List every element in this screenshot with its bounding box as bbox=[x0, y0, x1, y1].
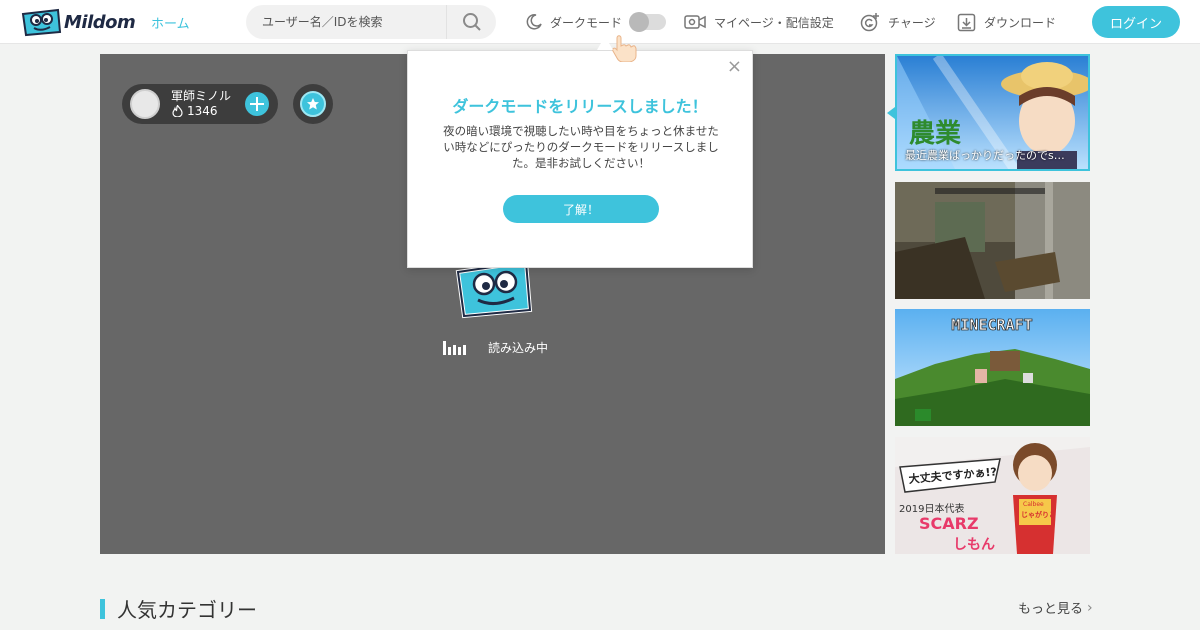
popup-title: ダークモードをリリースしました！ bbox=[452, 97, 708, 116]
stream-thumbnail[interactable]: MINECRAFT bbox=[895, 309, 1090, 426]
thumbnail-art-text: SCARZ bbox=[919, 514, 979, 533]
see-more-label: もっと見る bbox=[1018, 602, 1084, 617]
download-label: ダウンロード bbox=[984, 15, 1057, 30]
mildom-logo[interactable]: Mildom bbox=[20, 5, 136, 39]
loading-text: 読み込み中 bbox=[488, 341, 549, 355]
dark-mode-toggle[interactable] bbox=[629, 12, 667, 32]
pointing-hand-icon bbox=[612, 35, 637, 62]
toggle-knob bbox=[629, 12, 650, 32]
star-badge-icon bbox=[300, 91, 326, 117]
chevron-right-icon: › bbox=[1087, 599, 1093, 616]
follow-button[interactable] bbox=[245, 92, 269, 116]
dark-mode-control: ダークモード bbox=[526, 0, 667, 44]
streamer-info[interactable]: 軍師ミノル 1346 bbox=[122, 84, 278, 124]
thumbnail-art-text: Calbee bbox=[1023, 501, 1044, 508]
close-icon[interactable]: × bbox=[727, 57, 742, 77]
search-input[interactable] bbox=[246, 5, 446, 39]
mildom-mascot-icon bbox=[21, 8, 62, 37]
see-more-link[interactable]: もっと見る › bbox=[1018, 598, 1093, 618]
search-bar bbox=[246, 5, 496, 39]
thumbnail-image: MINECRAFT bbox=[895, 309, 1090, 426]
active-indicator-arrow bbox=[887, 107, 895, 119]
dark-mode-announcement-popup: × ダークモードをリリースしました！ 夜の暗い環境で視聴したい時や目をちょっと休… bbox=[407, 50, 753, 268]
coin-plus-icon bbox=[860, 13, 879, 32]
thumbnail-art-text: MINECRAFT bbox=[951, 316, 1032, 334]
section-title-text: 人気カテゴリー bbox=[117, 598, 257, 622]
popup-body: 夜の暗い環境で視聴したい時や目をちょっと休ませたい時などにぴったりのダークモード… bbox=[443, 124, 719, 170]
thumbnail-art-text: 農業 bbox=[909, 119, 961, 149]
download-icon bbox=[957, 13, 976, 31]
moon-icon bbox=[526, 14, 542, 30]
thumbnail-art-text: じゃがりこ bbox=[1021, 510, 1056, 519]
fans-count-value: 1346 bbox=[187, 104, 218, 118]
stream-thumbnail[interactable] bbox=[895, 182, 1090, 299]
popular-categories-heading: 人気カテゴリー bbox=[100, 594, 257, 623]
flame-icon bbox=[172, 105, 183, 117]
dark-mode-label: ダークモード bbox=[550, 15, 623, 30]
nav-home-link[interactable]: ホーム bbox=[151, 13, 190, 32]
stream-thumbnail[interactable]: 農業 最近農業ばっかりだったのでs… bbox=[895, 54, 1090, 171]
loading-indicator: 読み込み中 bbox=[443, 339, 548, 356]
thumbnail-image: 大丈夫ですかぁ!? 2019日本代表 SCARZ しもん Calbee じゃがり… bbox=[895, 437, 1090, 554]
charge-label: チャージ bbox=[888, 15, 936, 30]
streamer-name[interactable]: 軍師ミノル bbox=[171, 87, 231, 104]
mypage-label: マイページ・配信設定 bbox=[714, 15, 834, 30]
thumbnail-image bbox=[895, 182, 1090, 299]
popup-ok-button[interactable]: 了解！ bbox=[503, 195, 659, 223]
download-link[interactable]: ダウンロード bbox=[957, 0, 1056, 44]
thumbnail-art-text: しもん bbox=[953, 537, 995, 553]
search-icon bbox=[462, 13, 481, 31]
mypage-link[interactable]: マイページ・配信設定 bbox=[684, 0, 834, 44]
avatar[interactable] bbox=[130, 89, 160, 119]
gift-button[interactable] bbox=[293, 84, 333, 124]
login-button[interactable]: ログイン bbox=[1092, 6, 1180, 38]
popup-pointer bbox=[597, 36, 613, 50]
loading-bars-icon bbox=[443, 340, 468, 355]
charge-link[interactable]: チャージ bbox=[860, 0, 936, 44]
section-accent-bar bbox=[100, 598, 105, 619]
search-button[interactable] bbox=[446, 5, 496, 39]
video-camera-icon bbox=[684, 15, 706, 29]
thumbnail-caption: 最近農業ばっかりだったのでs… bbox=[905, 149, 1065, 162]
fans-count: 1346 bbox=[172, 104, 218, 118]
logo-text: Mildom bbox=[64, 11, 136, 33]
stream-thumbnail[interactable]: 大丈夫ですかぁ!? 2019日本代表 SCARZ しもん Calbee じゃがり… bbox=[895, 437, 1090, 554]
